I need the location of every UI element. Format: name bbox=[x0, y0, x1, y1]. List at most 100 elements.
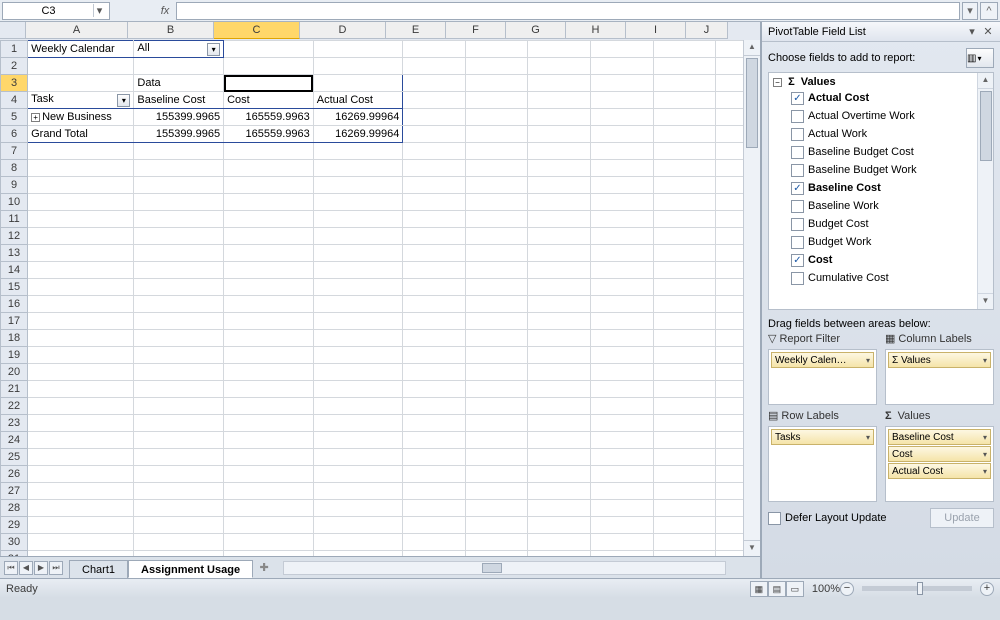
cell-F19[interactable] bbox=[465, 347, 528, 364]
cell-E12[interactable] bbox=[403, 228, 466, 245]
cell-B23[interactable] bbox=[134, 415, 224, 432]
cell-A12[interactable] bbox=[28, 228, 134, 245]
cell-A8[interactable] bbox=[28, 160, 134, 177]
cell-J8[interactable] bbox=[716, 160, 743, 177]
cell-G28[interactable] bbox=[528, 500, 591, 517]
cell-A25[interactable] bbox=[28, 449, 134, 466]
cell-E4[interactable] bbox=[403, 92, 466, 109]
chip-dropdown-icon[interactable]: ▾ bbox=[983, 467, 987, 476]
cell-H30[interactable] bbox=[591, 534, 654, 551]
cell-A24[interactable] bbox=[28, 432, 134, 449]
chip-dropdown-icon[interactable]: ▾ bbox=[983, 450, 987, 459]
cell-A28[interactable] bbox=[28, 500, 134, 517]
cell-A22[interactable] bbox=[28, 398, 134, 415]
row-header-15[interactable]: 15 bbox=[1, 279, 28, 296]
values-area[interactable]: Baseline Cost▾Cost▾Actual Cost▾ bbox=[885, 426, 994, 502]
cell-A17[interactable] bbox=[28, 313, 134, 330]
cell-D12[interactable] bbox=[313, 228, 403, 245]
cell-D28[interactable] bbox=[313, 500, 403, 517]
cell-A9[interactable] bbox=[28, 177, 134, 194]
cell-I18[interactable] bbox=[653, 330, 716, 347]
field-baseline-work[interactable]: Baseline Work bbox=[771, 197, 975, 215]
cell-I2[interactable] bbox=[653, 58, 716, 75]
cell-J28[interactable] bbox=[716, 500, 743, 517]
cell-E25[interactable] bbox=[403, 449, 466, 466]
cell-I4[interactable] bbox=[653, 92, 716, 109]
cell-G9[interactable] bbox=[528, 177, 591, 194]
cell-H2[interactable] bbox=[591, 58, 654, 75]
cell-H26[interactable] bbox=[591, 466, 654, 483]
cell-D20[interactable] bbox=[313, 364, 403, 381]
cell-B20[interactable] bbox=[134, 364, 224, 381]
cell-H16[interactable] bbox=[591, 296, 654, 313]
cell-D16[interactable] bbox=[313, 296, 403, 313]
cell-J24[interactable] bbox=[716, 432, 743, 449]
cell-A18[interactable] bbox=[28, 330, 134, 347]
cell-D27[interactable] bbox=[313, 483, 403, 500]
cell-E11[interactable] bbox=[403, 211, 466, 228]
cell-H28[interactable] bbox=[591, 500, 654, 517]
field-checkbox[interactable] bbox=[791, 92, 804, 105]
column-header-A[interactable]: A bbox=[26, 22, 128, 39]
cell-I1[interactable] bbox=[653, 41, 716, 58]
cell-F3[interactable] bbox=[465, 75, 528, 92]
cell-H12[interactable] bbox=[591, 228, 654, 245]
cell-B26[interactable] bbox=[134, 466, 224, 483]
cell-F31[interactable] bbox=[465, 551, 528, 557]
cell-D4[interactable]: Actual Cost bbox=[313, 92, 403, 109]
cell-A13[interactable] bbox=[28, 245, 134, 262]
cell-H10[interactable] bbox=[591, 194, 654, 211]
cell-E24[interactable] bbox=[403, 432, 466, 449]
cell-E9[interactable] bbox=[403, 177, 466, 194]
expand-icon[interactable]: + bbox=[31, 113, 40, 122]
cell-J3[interactable] bbox=[716, 75, 743, 92]
cell-C17[interactable] bbox=[224, 313, 314, 330]
row-header-26[interactable]: 26 bbox=[1, 466, 28, 483]
cell-J9[interactable] bbox=[716, 177, 743, 194]
cell-F30[interactable] bbox=[465, 534, 528, 551]
cell-D1[interactable] bbox=[313, 41, 403, 58]
cell-D13[interactable] bbox=[313, 245, 403, 262]
cell-F28[interactable] bbox=[465, 500, 528, 517]
row-header-2[interactable]: 2 bbox=[1, 58, 28, 75]
row-header-25[interactable]: 25 bbox=[1, 449, 28, 466]
cell-C29[interactable] bbox=[224, 517, 314, 534]
cell-I22[interactable] bbox=[653, 398, 716, 415]
cell-G22[interactable] bbox=[528, 398, 591, 415]
cell-J29[interactable] bbox=[716, 517, 743, 534]
cell-F7[interactable] bbox=[465, 143, 528, 160]
cell-G20[interactable] bbox=[528, 364, 591, 381]
cell-I12[interactable] bbox=[653, 228, 716, 245]
cell-C2[interactable] bbox=[224, 58, 314, 75]
cell-H6[interactable] bbox=[591, 126, 654, 143]
cell-H24[interactable] bbox=[591, 432, 654, 449]
row-header-4[interactable]: 4 bbox=[1, 92, 28, 109]
field-cost[interactable]: Cost bbox=[771, 251, 975, 269]
cell-H29[interactable] bbox=[591, 517, 654, 534]
cell-E16[interactable] bbox=[403, 296, 466, 313]
cell-I15[interactable] bbox=[653, 279, 716, 296]
cell-D19[interactable] bbox=[313, 347, 403, 364]
cell-D14[interactable] bbox=[313, 262, 403, 279]
column-header-H[interactable]: H bbox=[566, 22, 626, 39]
row-header-12[interactable]: 12 bbox=[1, 228, 28, 245]
cell-H21[interactable] bbox=[591, 381, 654, 398]
cell-A10[interactable] bbox=[28, 194, 134, 211]
cell-I5[interactable] bbox=[653, 109, 716, 126]
cell-F18[interactable] bbox=[465, 330, 528, 347]
cell-E1[interactable] bbox=[403, 41, 466, 58]
page-layout-view-button[interactable]: ▤ bbox=[768, 581, 786, 597]
field-baseline-budget-cost[interactable]: Baseline Budget Cost bbox=[771, 143, 975, 161]
cell-B19[interactable] bbox=[134, 347, 224, 364]
cell-E29[interactable] bbox=[403, 517, 466, 534]
area-chip[interactable]: Actual Cost▾ bbox=[888, 463, 991, 479]
cell-F12[interactable] bbox=[465, 228, 528, 245]
cell-D23[interactable] bbox=[313, 415, 403, 432]
field-baseline-cost[interactable]: Baseline Cost bbox=[771, 179, 975, 197]
report-filter-area[interactable]: Weekly Calen…▾ bbox=[768, 349, 877, 405]
cell-A16[interactable] bbox=[28, 296, 134, 313]
column-header-F[interactable]: F bbox=[446, 22, 506, 39]
cell-E6[interactable] bbox=[403, 126, 466, 143]
cell-F16[interactable] bbox=[465, 296, 528, 313]
chip-dropdown-icon[interactable]: ▾ bbox=[866, 433, 870, 442]
